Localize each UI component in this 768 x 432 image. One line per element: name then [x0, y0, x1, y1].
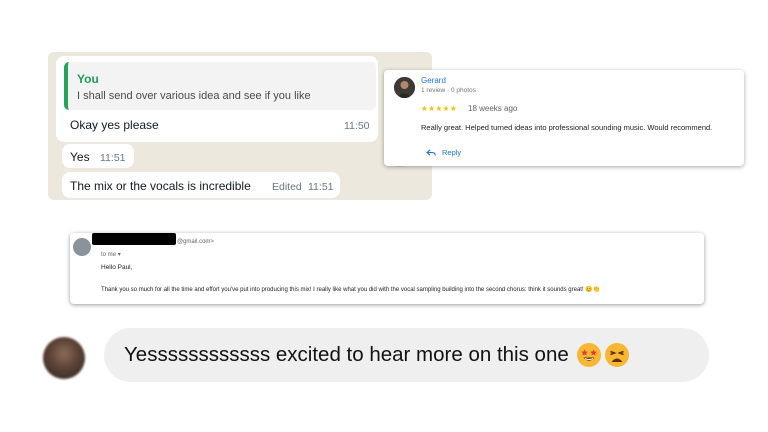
email-greeting: Hello Paul, [101, 264, 133, 271]
avatar[interactable] [394, 77, 415, 98]
message-bubble-reply[interactable]: You I shall send over various idea and s… [56, 56, 378, 142]
message-bubble[interactable]: The mix or the vocals is incredible Edit… [62, 172, 340, 198]
reply-icon [426, 148, 436, 156]
email-card: @gmail.com> to me ▾ Hello Paul, Thank yo… [70, 233, 704, 304]
recipient-dropdown[interactable]: to me ▾ [101, 251, 121, 258]
reply-label: Reply [442, 148, 462, 157]
message-text: The mix or the vocals is incredible [70, 179, 251, 193]
reviewer-name[interactable]: Gerard [421, 76, 446, 85]
email-body: Thank you so much for all the time and e… [101, 287, 601, 293]
message-text: Okay yes please [70, 118, 159, 132]
whatsapp-chat-panel: You I shall send over various idea and s… [48, 52, 432, 200]
review-date: 18 weeks ago [468, 104, 518, 113]
message-time: 11:51 [100, 152, 126, 164]
avatar[interactable] [73, 238, 91, 256]
quoted-sender: You [77, 72, 99, 86]
reviewer-meta: 1 review · 0 photos [421, 87, 476, 94]
message-bubble[interactable]: Yes 11:51 [62, 144, 134, 168]
edited-label: Edited [272, 181, 302, 193]
chevron-down-icon: ▾ [117, 252, 121, 258]
star-rating: ★★★★★ [421, 104, 458, 113]
dm-message-text: Yessssssssssss excited to hear more on t… [124, 343, 569, 366]
quoted-text: I shall send over various idea and see i… [77, 90, 311, 102]
sender-email: @gmail.com> [177, 239, 214, 245]
quoted-message[interactable]: You I shall send over various idea and s… [64, 62, 376, 110]
message-time: 11:51 [308, 181, 334, 193]
tired-face-emoji [604, 343, 629, 367]
review-text: Really great. Helped turned ideas into p… [421, 123, 713, 132]
redacted-sender [92, 233, 176, 245]
avatar[interactable] [43, 337, 85, 379]
recipient-label: to me [101, 252, 117, 258]
dm-message-bubble[interactable]: Yessssssssssss excited to hear more on t… [104, 328, 709, 382]
message-time: 11:50 [344, 120, 370, 132]
reply-button[interactable]: Reply [426, 148, 461, 157]
star-struck-emoji [576, 343, 601, 367]
review-card: Gerard 1 review · 0 photos ★★★★★ 18 week… [384, 70, 744, 166]
message-text: Yes [70, 150, 90, 164]
